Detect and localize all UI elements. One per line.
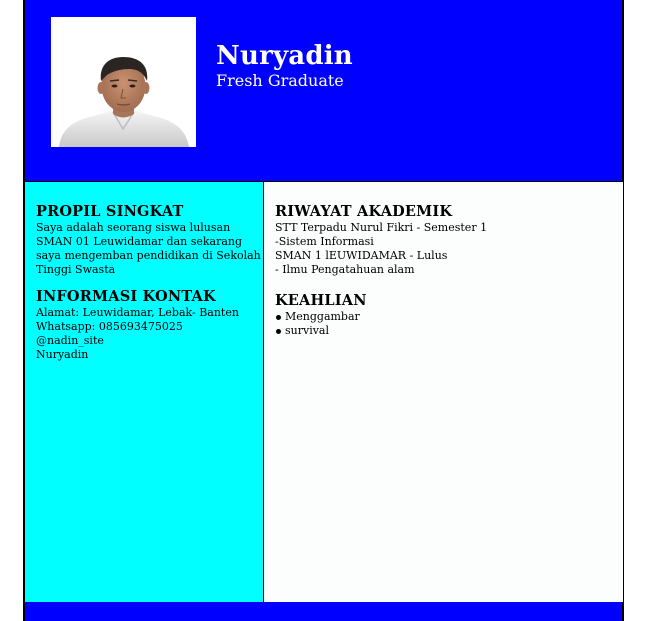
education-line: -Sistem Informasi: [275, 235, 374, 248]
contact-section: INFORMASI KONTAK Alamat: Leuwidamar, Leb…: [36, 288, 262, 362]
contact-heading: INFORMASI KONTAK: [36, 288, 216, 305]
profile-section: PROPIL SINGKAT Saya adalah seorang siswa…: [36, 203, 262, 277]
skills-list: Menggambar survival: [275, 310, 615, 338]
resume-footer: [25, 602, 622, 621]
contact-social: @nadin_site: [36, 334, 104, 347]
contact-name: Nuryadin: [36, 348, 89, 361]
resume-page: Nuryadin Fresh Graduate PROPIL SINGKAT S…: [23, 0, 624, 621]
profile-line: Tinggi Swasta: [36, 263, 116, 276]
sidebar-panel: PROPIL SINGKAT Saya adalah seorang siswa…: [25, 182, 263, 602]
contact-whatsapp: Whatsapp: 085693475025: [36, 320, 183, 333]
skills-section: KEAHLIAN Menggambar survival: [275, 292, 615, 338]
profile-line: SMAN 01 Leuwidamar dan sekarang: [36, 235, 243, 248]
resume-header: Nuryadin Fresh Graduate: [25, 0, 622, 182]
resume-name: Nuryadin: [216, 41, 353, 71]
main-panel: RIWAYAT AKADEMIK STT Terpadu Nurul Fikri…: [263, 182, 623, 602]
skill-item: survival: [275, 324, 615, 338]
education-heading: RIWAYAT AKADEMIK: [275, 203, 453, 220]
resume-title: Fresh Graduate: [216, 71, 344, 90]
education-section: RIWAYAT AKADEMIK STT Terpadu Nurul Fikri…: [275, 203, 615, 277]
contact-address: Alamat: Leuwidamar, Lebak- Banten: [36, 306, 239, 319]
skill-item: Menggambar: [275, 310, 615, 324]
education-line: STT Terpadu Nurul Fikri - Semester 1: [275, 221, 488, 234]
skills-heading: KEAHLIAN: [275, 292, 367, 309]
education-line: SMAN 1 lEUWIDAMAR - Lulus: [275, 249, 448, 262]
profile-photo: [51, 17, 196, 147]
education-line: - Ilmu Pengatahuan alam: [275, 263, 415, 276]
profile-line: Saya adalah seorang siswa lulusan: [36, 221, 231, 234]
profile-line: saya mengemban pendidikan di Sekolah: [36, 249, 261, 262]
profile-heading: PROPIL SINGKAT: [36, 203, 184, 220]
